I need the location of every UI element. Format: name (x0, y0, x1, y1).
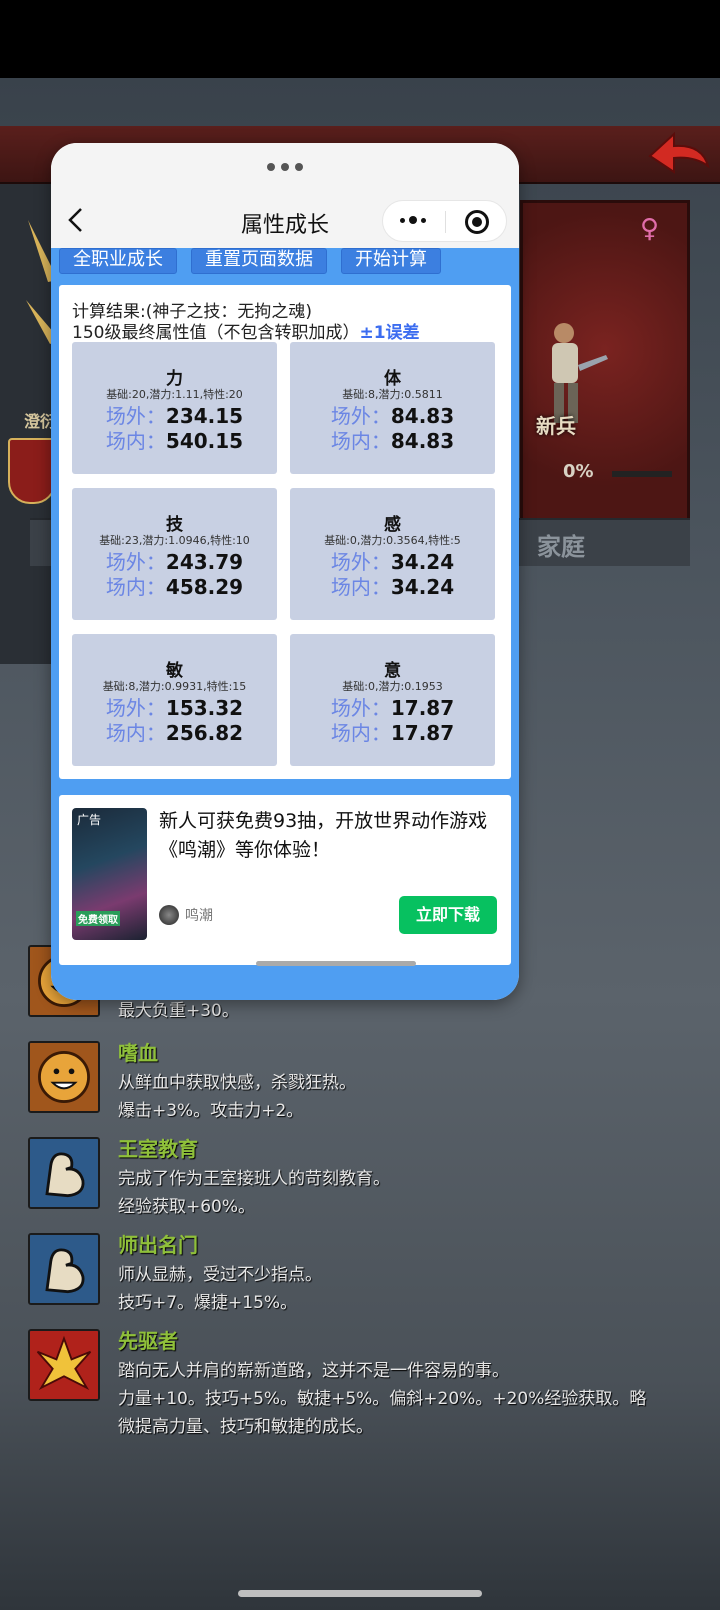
stat-inside: 场内：17.87 (290, 717, 495, 746)
trait-name: 先驱者 (118, 1329, 178, 1353)
result-card: 计算结果:(神子之技：无拘之魂) 150级最终属性值（不包含转职加成）±1误差 … (59, 285, 511, 779)
ad-image-caption: 免费领取 (76, 911, 120, 926)
trait-description: 踏向无人并肩的崭新道路，这并不是一件容易的事。 力量+10。技巧+5%。敏捷+5… (118, 1361, 647, 1437)
inside-label: 场内： (105, 721, 166, 745)
sun-emblem-icon (8, 438, 56, 504)
inside-label: 场内： (105, 429, 166, 453)
inside-value: 458.29 (165, 575, 244, 599)
stat-card-will: 意 基础:0,潜力:0.1953 场外：17.87 场内：17.87 (290, 634, 495, 766)
soldier-class-name: 新兵 (536, 414, 576, 438)
inside-label: 场内： (330, 429, 391, 453)
stat-inside: 场内：34.24 (290, 571, 495, 600)
ad-badge: 广告 (77, 813, 102, 827)
close-mini-program-icon[interactable] (465, 210, 489, 234)
popup-home-indicator (256, 961, 416, 966)
stat-inside: 场内：458.29 (72, 571, 277, 600)
stat-inside: 场内：540.15 (72, 425, 277, 454)
popup-header: 属性成长 (51, 143, 519, 253)
trait-name: 王室教育 (118, 1137, 198, 1161)
stat-card-perception: 感 基础:0,潜力:0.3564,特性:5 场外：34.24 场内：34.24 (290, 488, 495, 620)
ad-text: 新人可获免费93抽，开放世界动作游戏《鸣潮》等你体验！ (159, 810, 488, 861)
start-calculation-button[interactable]: 开始计算 (341, 248, 441, 274)
ad-card[interactable]: 广告 免费领取 新人可获免费93抽，开放世界动作游戏《鸣潮》等你体验！ 鸣潮 立… (59, 795, 511, 965)
stat-card-strength: 力 基础:20,潜力:1.11,特性:20 场外：234.15 场内：540.1… (72, 342, 277, 474)
trait-name: 嗜血 (118, 1041, 158, 1065)
inside-value: 17.87 (390, 721, 455, 745)
inside-value: 540.15 (165, 429, 244, 453)
error-margin-tag: ±1误差 (359, 323, 420, 343)
trait-description: 从鲜血中获取快感，杀戮狂热。 爆击+3%。攻击力+2。 (118, 1073, 356, 1121)
download-now-button[interactable]: 立即下载 (399, 896, 497, 934)
result-subtitle-text: 150级最终属性值（不包含转职加成） (72, 323, 360, 343)
trait-name: 师出名门 (118, 1233, 198, 1257)
capsule-menu (382, 200, 507, 242)
pioneer-emblem-icon (28, 1329, 100, 1401)
tab-family[interactable]: 家庭 (537, 527, 585, 562)
smile-sun-icon (28, 1041, 100, 1113)
flex-arm-icon (28, 1233, 100, 1305)
ad-source-avatar (159, 905, 179, 925)
stat-card-skill: 技 基础:23,潜力:1.0946,特性:10 场外：243.79 场内：458… (72, 488, 277, 620)
more-options-icon[interactable] (400, 216, 426, 224)
progress-percent: 0% (563, 461, 594, 482)
stat-card-constitution: 体 基础:8,潜力:0.5811 场外：84.83 场内：84.83 (290, 342, 495, 474)
reset-page-data-button[interactable]: 重置页面数据 (191, 248, 327, 274)
ad-image[interactable]: 广告 免费领取 (72, 808, 147, 940)
inside-value: 256.82 (165, 721, 244, 745)
stat-card-agility: 敏 基础:8,潜力:0.9931,特性:15 场外：153.32 场内：256.… (72, 634, 277, 766)
trait-description: 师从显赫，受过不少指点。 技巧+7。爆捷+15%。 (118, 1265, 322, 1313)
all-class-growth-button[interactable]: 全职业成长 (59, 248, 177, 274)
mini-program-window: 属性成长 全职业成长 重置页面数据 开始计算 计算结果:(神子之技：无拘之魂) … (51, 143, 519, 1000)
progress-bar (612, 471, 672, 477)
red-back-arrow-icon[interactable] (642, 126, 712, 184)
inside-label: 场内： (330, 721, 391, 745)
inside-label: 场内： (330, 575, 391, 599)
female-gender-icon: ♀ (640, 214, 660, 244)
inside-value: 84.83 (390, 429, 455, 453)
ad-source-name: 鸣潮 (185, 908, 213, 924)
trait-description: 完成了作为王室接班人的苛刻教育。 经验获取+60%。 (118, 1169, 390, 1217)
page-content: 全职业成长 重置页面数据 开始计算 计算结果:(神子之技：无拘之魂) 150级最… (51, 248, 519, 1000)
system-home-indicator[interactable] (238, 1590, 482, 1597)
flex-arm-icon (28, 1137, 100, 1209)
stat-inside: 场内：256.82 (72, 717, 277, 746)
stat-inside: 场内：84.83 (290, 425, 495, 454)
inside-value: 34.24 (390, 575, 455, 599)
inside-label: 场内： (105, 575, 166, 599)
capsule-divider (445, 211, 446, 233)
result-subtitle: 150级最终属性值（不包含转职加成）±1误差 (72, 318, 420, 343)
drag-handle-dots-icon[interactable] (267, 163, 303, 171)
